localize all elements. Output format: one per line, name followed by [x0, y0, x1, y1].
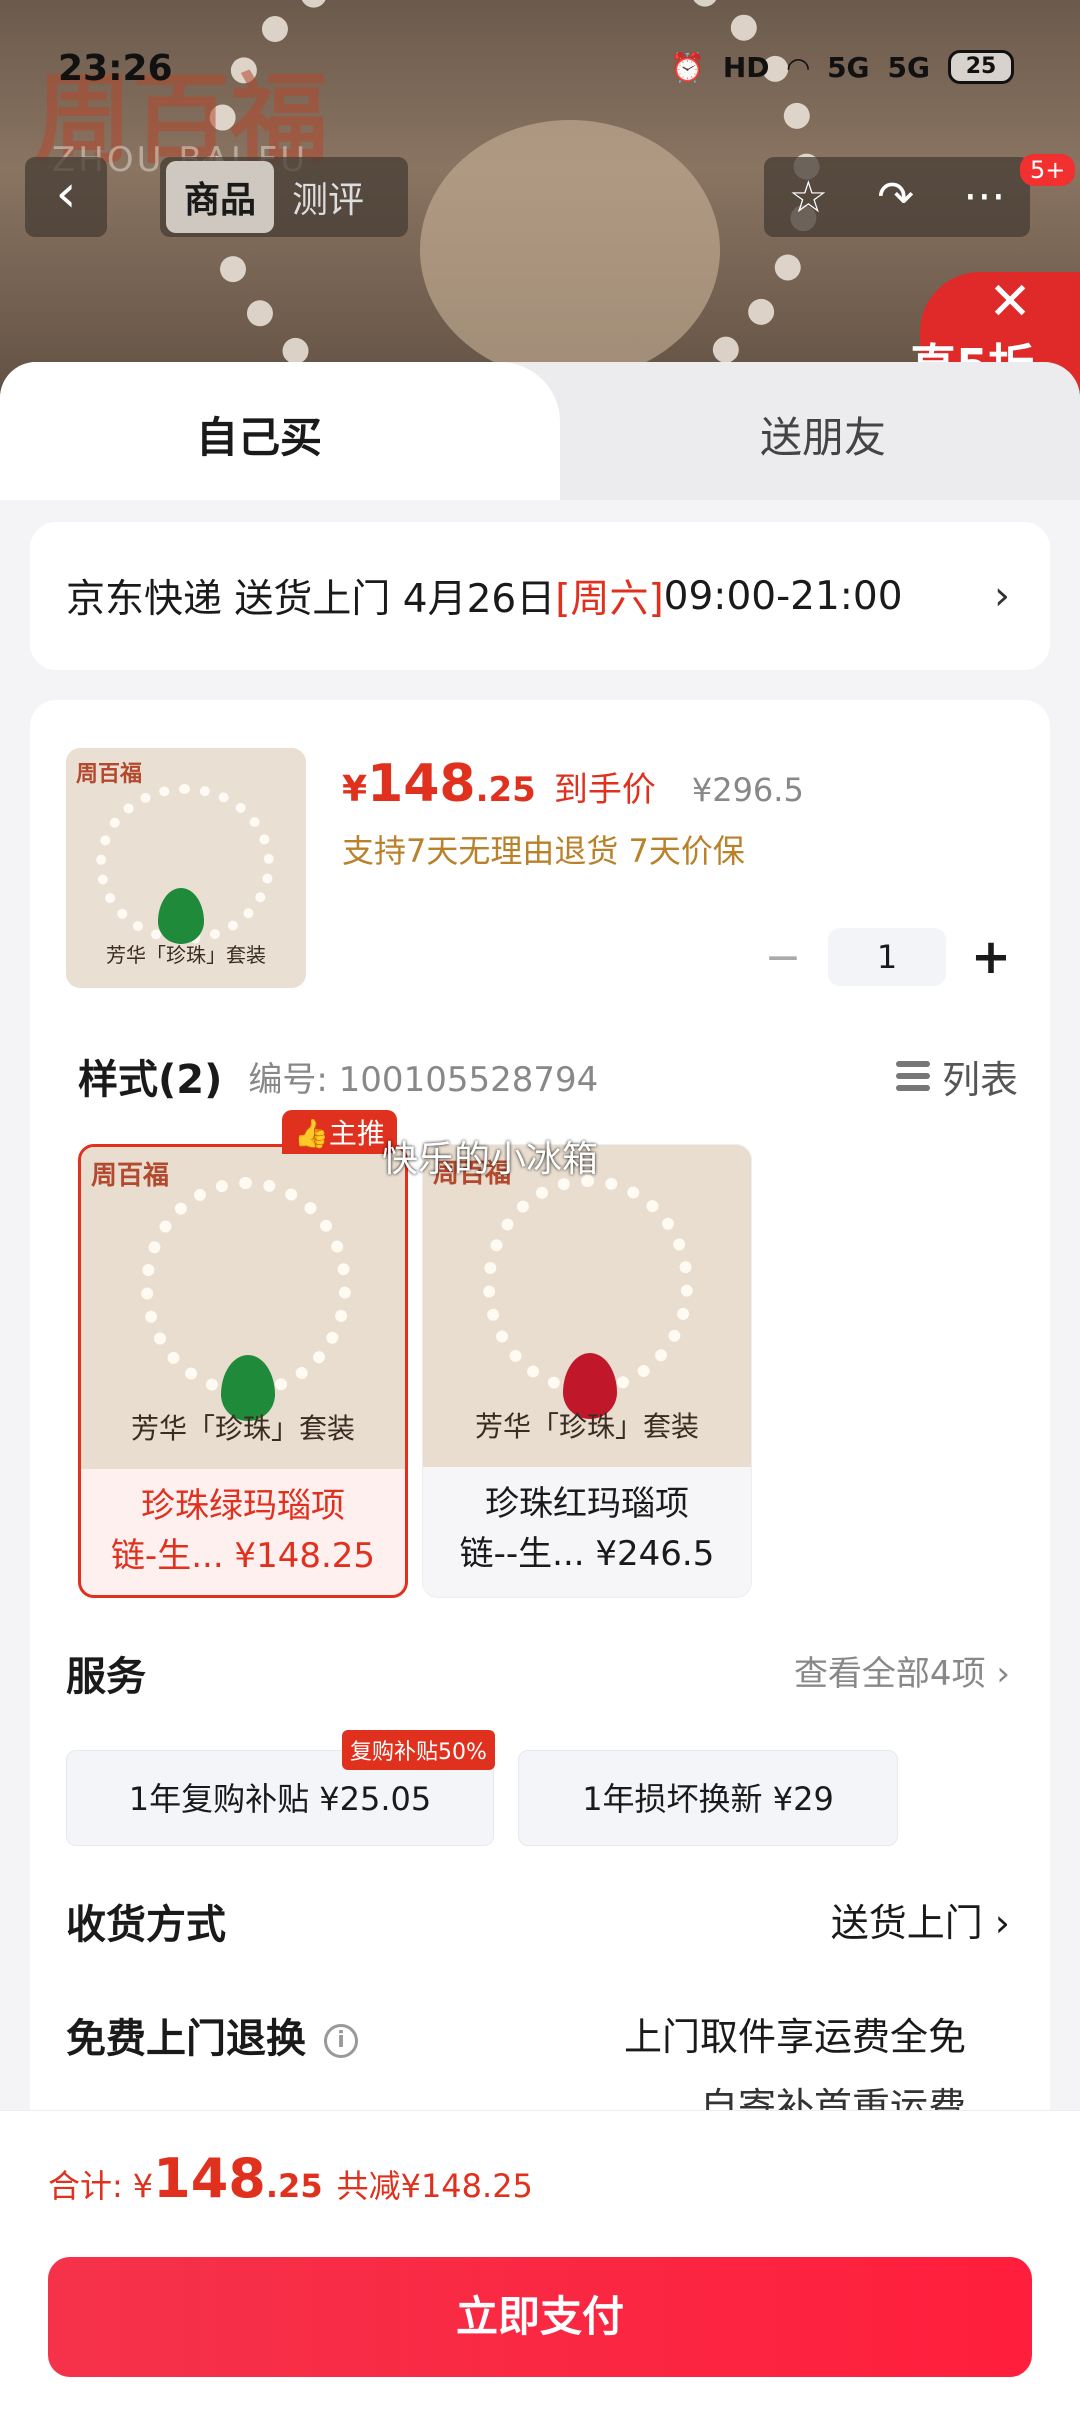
delivery-row[interactable]: 京东快递 送货上门 4月26日 [周六] 09:00-21:00 › [30, 522, 1050, 670]
shipping-title: 收货方式 [66, 1902, 226, 1948]
subsidy-badge: 复购补贴50% [342, 1730, 495, 1770]
message-count-badge: 5+ [1020, 154, 1076, 186]
style-option-green[interactable]: 周百福 芳华「珍珠」套装 珍珠绿玛瑙项 链-生... ¥148.25 [78, 1144, 408, 1598]
option-name-line1: 珍珠绿玛瑙项 [141, 1486, 345, 1526]
tab-goods[interactable]: 商品 [166, 161, 275, 233]
total-decimal: .25 [265, 2167, 323, 2205]
service-option-replacement[interactable]: 1年损坏换新 ¥29 [518, 1750, 898, 1846]
recommended-badge-label: 主推 [328, 1117, 385, 1150]
alarm-icon: ⏰ [669, 50, 705, 84]
delivery-prefix: 京东快递 送货上门 4月26日 [66, 577, 556, 622]
chevron-right-icon: › [994, 1901, 1010, 1945]
option-image: 周百福 芳华「珍珠」套装 [423, 1145, 751, 1467]
more-icon[interactable]: ··· [963, 172, 1005, 223]
free-return-title: 免费上门退换 i [66, 2006, 358, 2064]
product-card: 周百福 芳华「珍珠」套装 ¥ 148 .25 到手价 ¥296.5 支持7天无理… [30, 700, 1050, 2200]
status-time: 23:26 [58, 48, 173, 89]
view-all-label: 查看全部4项 [793, 1654, 986, 1694]
option-caption: 芳华「珍珠」套装 [130, 1412, 355, 1445]
style-option-red[interactable]: 周百福 芳华「珍珠」套装 珍珠红玛瑙项 链--生... ¥246.5 [422, 1144, 752, 1598]
shipping-method[interactable]: 送货上门 › [831, 1892, 1010, 1947]
chevron-right-icon: › [996, 1654, 1010, 1694]
total-saved: 共减¥148.25 [336, 2167, 533, 2205]
total-currency: ¥ [132, 2167, 154, 2205]
return-desc-1: 上门取件享运费全免 [623, 2015, 966, 2059]
total-integer: 148 [153, 2147, 266, 2210]
signal-icon-2: 5G [887, 50, 930, 84]
delivery-time: 09:00-21:00 [663, 573, 903, 619]
price-label: 到手价 [553, 770, 656, 810]
top-actions: ☆ ↷ ··· [764, 157, 1030, 237]
pay-now-button[interactable]: 立即支付 [48, 2257, 1032, 2377]
option-name: 珍珠绿玛瑙项 链-生... ¥148.25 [81, 1481, 405, 1581]
hd-icon: HD [722, 50, 770, 84]
increase-button[interactable]: + [966, 929, 1016, 985]
product-code: 编号: 100105528794 [248, 1059, 599, 1100]
list-icon [895, 1059, 930, 1093]
option-name-line1: 珍珠红玛瑙项 [485, 1484, 689, 1524]
quantity-stepper: − 1 + [758, 928, 1016, 986]
product-thumbnail[interactable]: 周百福 芳华「珍珠」套装 [66, 748, 306, 988]
watermark-text: 快乐的小冰箱 [382, 1139, 599, 1180]
quantity-input[interactable]: 1 [828, 928, 946, 986]
back-button[interactable]: ‹ [25, 157, 107, 237]
thumb-caption: 芳华「珍珠」套装 [106, 943, 266, 967]
tab-self-label: 自己买 [196, 413, 323, 462]
option-name: 珍珠红玛瑙项 链--生... ¥246.5 [423, 1479, 751, 1579]
tab-buy-for-self[interactable]: 自己买 [0, 362, 560, 500]
info-icon[interactable]: i [324, 2024, 358, 2058]
list-label: 列表 [941, 1057, 1018, 1102]
display-stand-image [420, 120, 720, 380]
list-view-toggle[interactable]: 列表 [895, 1049, 1018, 1104]
share-icon[interactable]: ↷ [877, 172, 914, 223]
option-image: 周百福 芳华「珍珠」套装 [81, 1147, 405, 1469]
guarantee-text: 支持7天无理由退货 7天价保 [342, 832, 745, 870]
purchase-sheet: 自己买 送朋友 京东快递 送货上门 4月26日 [周六] 09:00-21:00… [0, 362, 1080, 2412]
promo-close-icon[interactable]: ✕ [980, 272, 1040, 332]
battery-icon: 25 [948, 50, 1014, 84]
total-block: 合计: ¥ 148 .25 共减¥148.25 [48, 2147, 533, 2210]
original-price: ¥296.5 [691, 771, 804, 809]
delivery-weekday: [周六] [555, 577, 664, 622]
tab-review[interactable]: 测评 [292, 171, 364, 223]
chevron-right-icon: › [994, 573, 1010, 619]
service-title: 服务 [66, 1654, 146, 1700]
recommended-badge: 👍主推 [282, 1110, 397, 1154]
price-integer: 148 [367, 754, 476, 814]
status-icons: ⏰ HD ◠ 5G 5G 25 [670, 50, 1014, 84]
signal-icon: 5G [827, 50, 870, 84]
favorite-star-icon[interactable]: ☆ [789, 172, 828, 223]
tab-gift-friend[interactable]: 送朋友 [760, 404, 886, 465]
decrease-button[interactable]: − [758, 932, 808, 983]
total-label: 合计: [48, 2167, 123, 2205]
price-block: ¥ 148 .25 到手价 ¥296.5 [342, 754, 804, 814]
view-all-services-link[interactable]: 查看全部4项 › [794, 1646, 1010, 1695]
purchase-tabs: 自己买 送朋友 [0, 362, 1080, 500]
free-return-label: 免费上门退换 [66, 2016, 306, 2062]
shipping-value: 送货上门 [830, 1901, 983, 1945]
price-currency: ¥ [342, 769, 368, 810]
thumb-brand-logo: 周百福 [76, 762, 143, 787]
status-bar: 23:26 ⏰ HD ◠ 5G 5G 25 [0, 0, 1080, 140]
option-name-line2: 链--生... ¥246.5 [459, 1534, 715, 1574]
top-tabs: 商品 测评 [160, 157, 408, 237]
option-name-line2: 链-生... ¥148.25 [110, 1536, 376, 1576]
price-decimal: .25 [475, 770, 536, 810]
style-header: 样式(2) 编号: 100105528794 列表 [78, 1046, 1038, 1106]
style-title: 样式(2) [78, 1057, 223, 1103]
wifi-icon: ◠ [787, 50, 810, 84]
option-caption: 芳华「珍珠」套装 [474, 1410, 699, 1443]
checkout-bar: 合计: ¥ 148 .25 共减¥148.25 立即支付 [0, 2110, 1080, 2412]
option-brand-logo: 周百福 [91, 1161, 170, 1191]
